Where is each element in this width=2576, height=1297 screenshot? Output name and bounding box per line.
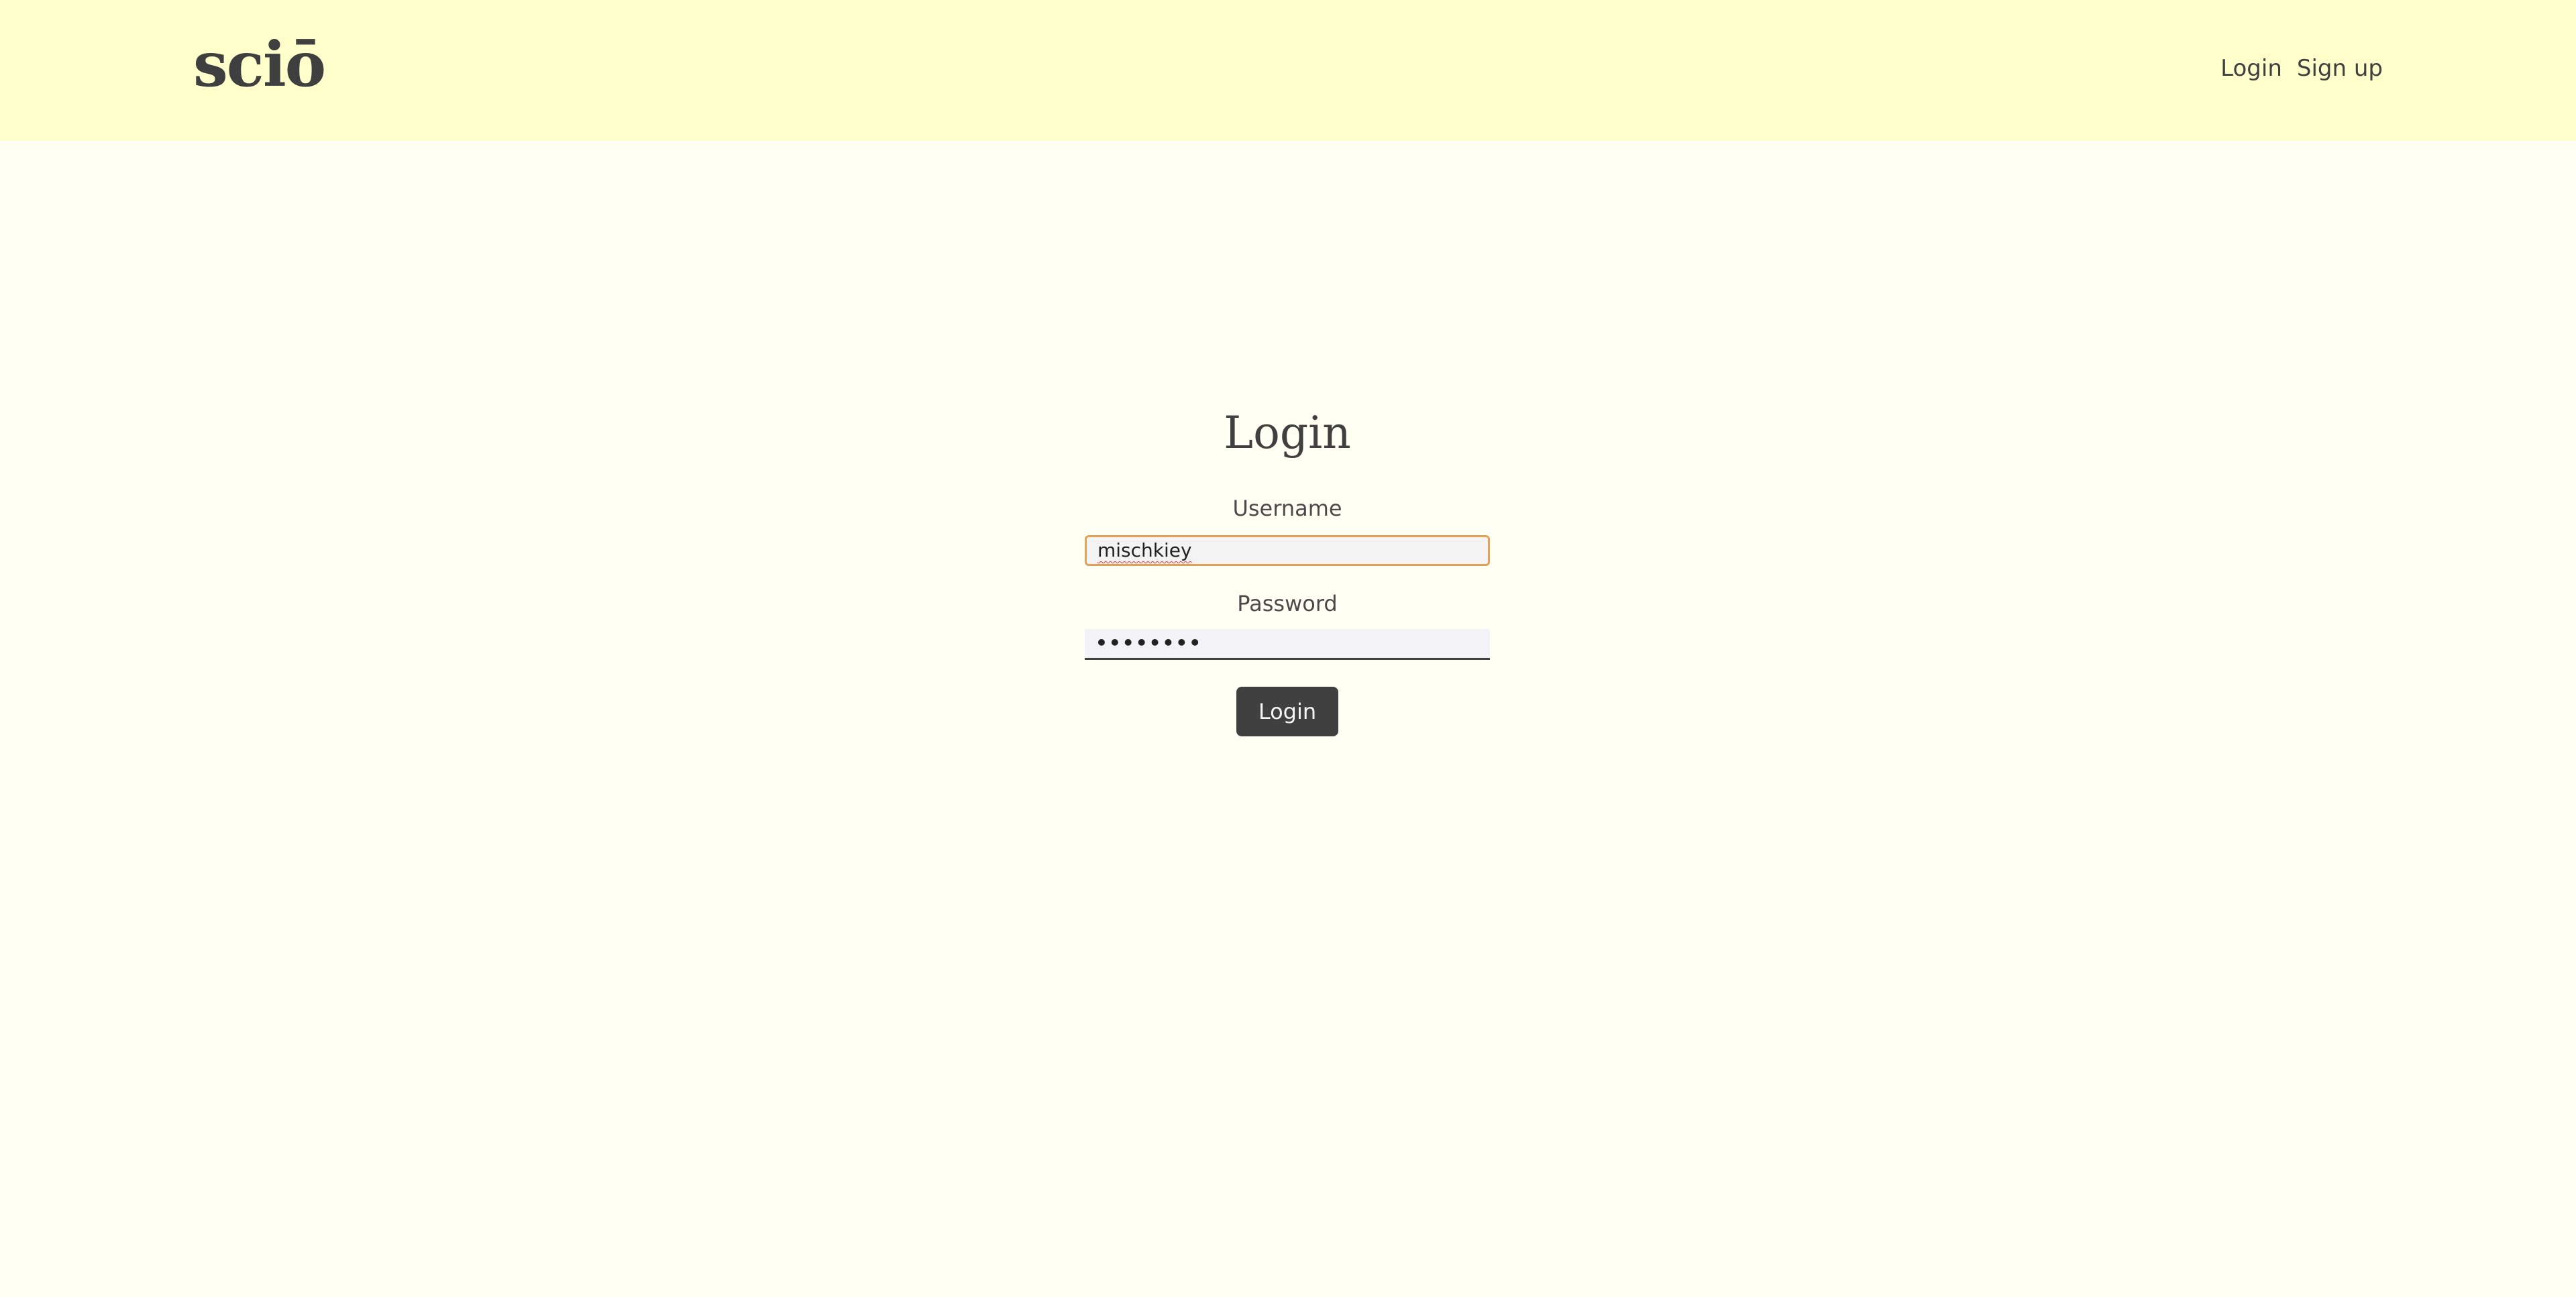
site-header: sciō Login Sign up [0,0,2576,141]
username-input[interactable]: mischkiey [1085,535,1490,566]
nav-signup-link[interactable]: Sign up [2297,55,2383,82]
password-value: •••••••• [1095,632,1203,654]
login-form: Login Username mischkiey Password ••••••… [1085,402,1490,736]
username-label: Username [1232,496,1342,521]
page-title: Login [1224,407,1351,459]
username-value: mischkiey [1097,539,1192,561]
top-nav: Login Sign up [2220,55,2383,82]
login-button[interactable]: Login [1236,687,1338,736]
password-label: Password [1237,591,1338,616]
password-input[interactable]: •••••••• [1085,629,1490,660]
logo[interactable]: sciō [193,34,326,95]
nav-login-link[interactable]: Login [2220,55,2282,82]
